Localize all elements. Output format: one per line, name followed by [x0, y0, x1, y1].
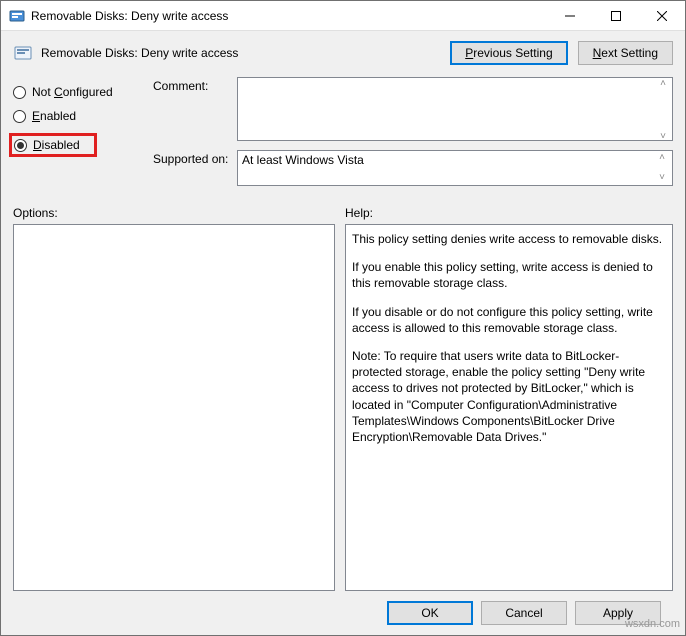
group-policy-editor-window: Removable Disks: Deny write access Remov… — [0, 0, 686, 636]
radio-label: Enabled — [32, 109, 76, 123]
comment-textarea[interactable] — [237, 77, 673, 141]
dialog-footer: OK Cancel Apply — [13, 591, 673, 635]
radio-icon — [13, 110, 26, 123]
help-text: If you disable or do not configure this … — [352, 304, 666, 336]
radio-icon — [13, 86, 26, 99]
supported-on-label: Supported on: — [153, 150, 237, 186]
radio-label: Not Configured — [32, 85, 113, 99]
cancel-button[interactable]: Cancel — [481, 601, 567, 625]
window-title: Removable Disks: Deny write access — [31, 9, 547, 23]
policy-title: Removable Disks: Deny write access — [41, 46, 450, 60]
supported-on-value: At least Windows Vista ˄˅ — [237, 150, 673, 186]
options-pane[interactable] — [13, 224, 335, 591]
radio-icon — [14, 139, 27, 152]
state-radio-group: Not Configured Enabled Disabled — [13, 77, 153, 192]
close-button[interactable] — [639, 1, 685, 31]
radio-label: Disabled — [33, 138, 80, 152]
radio-enabled[interactable]: Enabled — [13, 109, 153, 123]
radio-not-configured[interactable]: Not Configured — [13, 85, 153, 99]
watermark: wsxdn.com — [625, 618, 680, 630]
ok-button[interactable]: OK — [387, 601, 473, 625]
app-icon — [9, 8, 25, 24]
previous-setting-button[interactable]: Previous Setting — [450, 41, 567, 65]
selection-highlight: Disabled — [9, 133, 97, 157]
comment-label: Comment: — [153, 77, 237, 144]
options-label: Options: — [13, 206, 345, 220]
help-text: Note: To require that users write data t… — [352, 348, 666, 445]
help-text: If you enable this policy setting, write… — [352, 259, 666, 291]
radio-disabled[interactable]: Disabled — [14, 138, 80, 152]
titlebar: Removable Disks: Deny write access — [1, 1, 685, 31]
help-pane[interactable]: This policy setting denies write access … — [345, 224, 673, 591]
minimize-button[interactable] — [547, 1, 593, 31]
policy-header: Removable Disks: Deny write access Previ… — [1, 31, 685, 69]
help-label: Help: — [345, 206, 373, 220]
scrollbar-hint: ˄˅ — [654, 153, 670, 183]
help-text: This policy setting denies write access … — [352, 231, 666, 247]
next-setting-button[interactable]: Next Setting — [578, 41, 673, 65]
policy-icon — [13, 43, 33, 63]
supported-on-text: At least Windows Vista — [242, 153, 364, 167]
maximize-button[interactable] — [593, 1, 639, 31]
